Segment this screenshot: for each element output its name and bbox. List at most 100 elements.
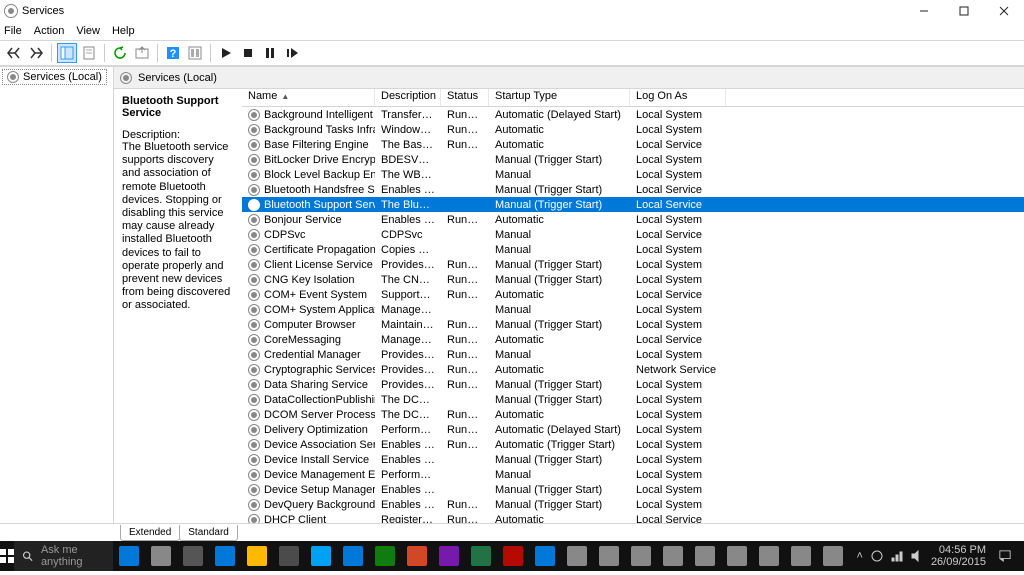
- taskbar-app[interactable]: [497, 541, 529, 571]
- properties-button[interactable]: [79, 43, 99, 63]
- table-row[interactable]: DHCP ClientRegisters an...RunningAutomat…: [242, 512, 1024, 523]
- col-log-on-as[interactable]: Log On As: [630, 89, 726, 106]
- help-button[interactable]: ?: [163, 43, 183, 63]
- cell-startup: Automatic: [489, 514, 630, 524]
- table-row[interactable]: Bonjour ServiceEnables har...RunningAuto…: [242, 212, 1024, 227]
- export-button[interactable]: [132, 43, 152, 63]
- menu-view[interactable]: View: [76, 25, 100, 37]
- minimize-button[interactable]: [904, 0, 944, 22]
- table-row[interactable]: Block Level Backup Engine ...The WBENG..…: [242, 167, 1024, 182]
- back-button[interactable]: [4, 43, 24, 63]
- col-name[interactable]: Name: [242, 89, 375, 106]
- tray-chevron-icon[interactable]: ˄: [857, 550, 863, 562]
- taskbar-app[interactable]: [465, 541, 497, 571]
- maximize-button[interactable]: [944, 0, 984, 22]
- table-row[interactable]: Data Sharing ServiceProvides da...Runnin…: [242, 377, 1024, 392]
- network-icon[interactable]: [891, 550, 903, 562]
- nav-services-local[interactable]: Services (Local): [2, 69, 107, 85]
- table-row[interactable]: CDPSvcCDPSvcManualLocal Service: [242, 227, 1024, 242]
- list-rows[interactable]: Background Intelligent Tran...Transfers …: [242, 107, 1024, 523]
- table-row[interactable]: Certificate PropagationCopies user ...Ma…: [242, 242, 1024, 257]
- table-row[interactable]: Computer BrowserMaintains a...RunningMan…: [242, 317, 1024, 332]
- menu-file[interactable]: File: [4, 25, 22, 37]
- table-row[interactable]: Base Filtering EngineThe Base Fil...Runn…: [242, 137, 1024, 152]
- table-row[interactable]: Credential ManagerProvides se...RunningM…: [242, 347, 1024, 362]
- table-row[interactable]: Bluetooth Support ServiceThe Bluetoo...M…: [242, 197, 1024, 212]
- show-hide-tree-button[interactable]: [57, 43, 77, 63]
- stop-service-button[interactable]: [238, 43, 258, 63]
- table-row[interactable]: COM+ Event SystemSupports Sy...RunningAu…: [242, 287, 1024, 302]
- cell-status: Running: [441, 274, 489, 286]
- taskbar-app[interactable]: [209, 541, 241, 571]
- menu-help[interactable]: Help: [112, 25, 135, 37]
- table-row[interactable]: Cryptographic ServicesProvides thr...Run…: [242, 362, 1024, 377]
- taskbar-app[interactable]: [721, 541, 753, 571]
- cell-logon: Local System: [630, 469, 726, 481]
- action-center-button[interactable]: [994, 545, 1016, 567]
- cell-name: Bonjour Service: [264, 214, 342, 226]
- table-row[interactable]: BitLocker Drive Encryption ...BDESVC hos…: [242, 152, 1024, 167]
- col-startup-type[interactable]: Startup Type: [489, 89, 630, 106]
- cell-startup: Manual (Trigger Start): [489, 379, 630, 391]
- taskbar-app[interactable]: [753, 541, 785, 571]
- taskbar-app[interactable]: [593, 541, 625, 571]
- table-row[interactable]: Client License Service (ClipS...Provides…: [242, 257, 1024, 272]
- table-row[interactable]: DCOM Server Process Laun...The DCOM...Ru…: [242, 407, 1024, 422]
- taskbar-app[interactable]: [305, 541, 337, 571]
- volume-icon[interactable]: [911, 550, 923, 562]
- table-row[interactable]: DataCollectionPublishingSe...The DCP (D.…: [242, 392, 1024, 407]
- taskbar-app[interactable]: [657, 541, 689, 571]
- table-row[interactable]: Device Setup ManagerEnables the ...Manua…: [242, 482, 1024, 497]
- restart-service-button[interactable]: [282, 43, 302, 63]
- taskbar-app[interactable]: [625, 541, 657, 571]
- taskbar-app[interactable]: [401, 541, 433, 571]
- table-row[interactable]: Device Management Enroll...Performs D...…: [242, 467, 1024, 482]
- toolbar: ?: [0, 40, 1024, 66]
- forward-button[interactable]: [26, 43, 46, 63]
- table-row[interactable]: COM+ System ApplicationManages th...Manu…: [242, 302, 1024, 317]
- taskbar-app[interactable]: [337, 541, 369, 571]
- taskbar-app[interactable]: [817, 541, 849, 571]
- taskbar-app[interactable]: [561, 541, 593, 571]
- taskbar-app[interactable]: [145, 541, 177, 571]
- start-button[interactable]: [0, 541, 14, 571]
- table-row[interactable]: Bluetooth Handsfree ServiceEnables wir..…: [242, 182, 1024, 197]
- table-row[interactable]: Background Intelligent Tran...Transfers …: [242, 107, 1024, 122]
- taskbar-app[interactable]: [177, 541, 209, 571]
- toolbar-extra-icon[interactable]: [185, 43, 205, 63]
- taskbar-app[interactable]: [241, 541, 273, 571]
- menu-action[interactable]: Action: [34, 25, 65, 37]
- table-row[interactable]: CoreMessagingManages co...RunningAutomat…: [242, 332, 1024, 347]
- taskbar-app[interactable]: [273, 541, 305, 571]
- cell-name: Cryptographic Services: [264, 364, 375, 376]
- table-row[interactable]: DevQuery Background Disc...Enables app..…: [242, 497, 1024, 512]
- taskbar-app[interactable]: [433, 541, 465, 571]
- col-status[interactable]: Status: [441, 89, 489, 106]
- tab-extended[interactable]: Extended: [120, 525, 180, 541]
- table-row[interactable]: Background Tasks Infrastru...Windows in.…: [242, 122, 1024, 137]
- close-button[interactable]: [984, 0, 1024, 22]
- refresh-button[interactable]: [110, 43, 130, 63]
- taskbar-app[interactable]: [689, 541, 721, 571]
- col-description[interactable]: Description: [375, 89, 441, 106]
- service-list: Name Description Status Startup Type Log…: [242, 89, 1024, 523]
- search-box[interactable]: Ask me anything: [14, 541, 113, 571]
- pause-service-button[interactable]: [260, 43, 280, 63]
- taskbar-app[interactable]: [529, 541, 561, 571]
- cell-startup: Automatic: [489, 334, 630, 346]
- cell-description: Performs co...: [375, 424, 441, 436]
- table-row[interactable]: Device Install ServiceEnables a c...Manu…: [242, 452, 1024, 467]
- cell-logon: Local System: [630, 349, 726, 361]
- table-row[interactable]: Device Association ServiceEnables pair..…: [242, 437, 1024, 452]
- taskbar-app[interactable]: [785, 541, 817, 571]
- tray-icon[interactable]: [871, 550, 883, 562]
- tab-standard[interactable]: Standard: [179, 525, 238, 541]
- clock[interactable]: 04:56 PM 26/09/2015: [931, 544, 986, 568]
- start-service-button[interactable]: [216, 43, 236, 63]
- cell-description: The Base Fil...: [375, 139, 441, 151]
- table-row[interactable]: Delivery OptimizationPerforms co...Runni…: [242, 422, 1024, 437]
- table-row[interactable]: CNG Key IsolationThe CNG ke...RunningMan…: [242, 272, 1024, 287]
- taskbar-app[interactable]: [113, 541, 145, 571]
- cell-description: Enables the ...: [375, 484, 441, 496]
- taskbar-app[interactable]: [369, 541, 401, 571]
